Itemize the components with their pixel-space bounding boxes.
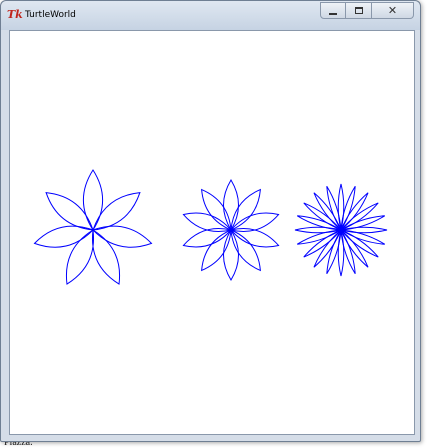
petal [340,229,369,268]
flower-2 [182,179,280,281]
petal [303,202,342,231]
petal [340,202,379,231]
petal [313,229,342,268]
petal [340,192,369,231]
petal [201,188,232,231]
petal [303,229,342,258]
petal [65,229,95,285]
petal [337,229,345,277]
petal [337,183,345,231]
petal [201,229,232,272]
flower-1 [33,169,153,285]
petal [45,192,94,231]
petal [91,229,121,285]
flower-3 [294,183,388,277]
petal [294,226,342,234]
petal [340,229,379,258]
petal [313,192,342,231]
petal [223,179,239,231]
petal [223,229,239,281]
petal [230,229,261,272]
petal [340,226,388,234]
petal [92,192,141,231]
flowers-drawing [33,169,388,285]
petal [83,169,103,231]
petal [230,188,261,231]
